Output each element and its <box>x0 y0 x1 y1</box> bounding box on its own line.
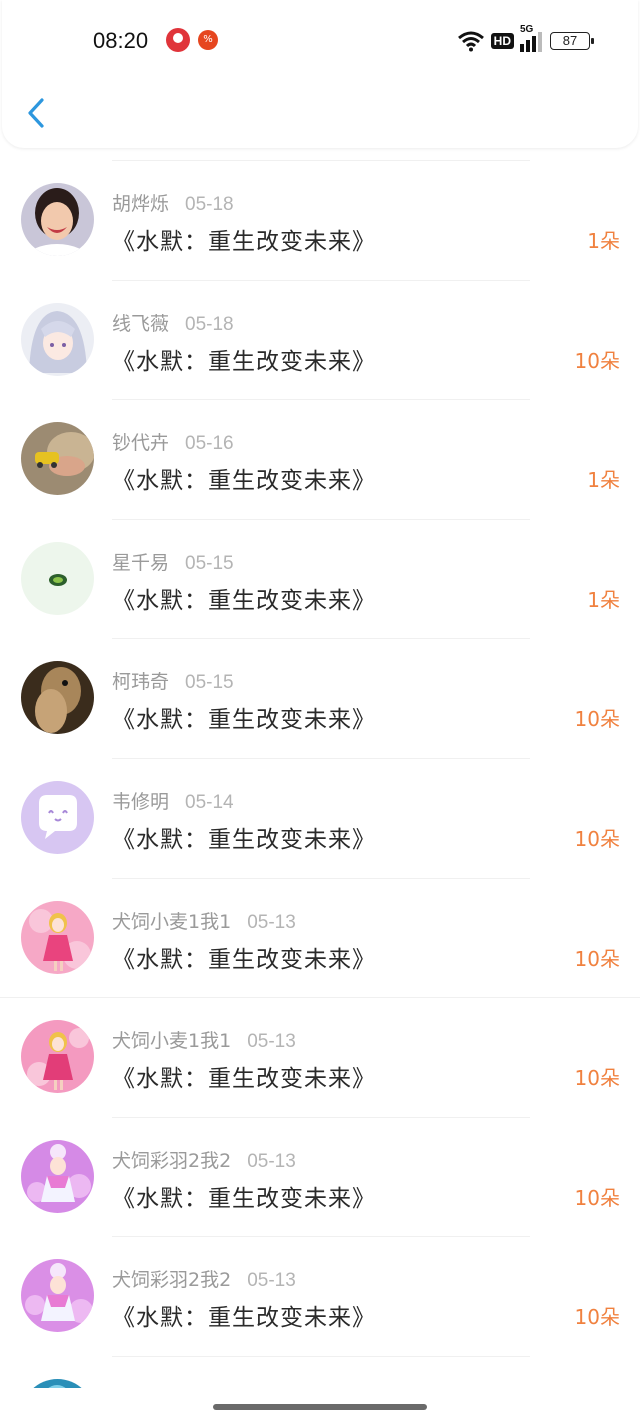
book-title: 《水默：重生改变未来》 <box>112 348 376 375</box>
book-title: 《水默：重生改变未来》 <box>112 826 376 853</box>
sender-row: 犬饲小麦1我1 05-13 <box>112 907 296 934</box>
sender-row: 犬饲彩羽2我2 05-13 <box>112 1146 296 1173</box>
divider <box>112 518 530 520</box>
sender-row: 钞代卉 05-16 <box>112 428 234 455</box>
sender-name: 星千易 <box>112 551 170 574</box>
divider <box>112 160 530 161</box>
status-bar: 08:20 % HD 5G 87 <box>0 0 640 80</box>
flower-count: 1朵 <box>587 468 620 493</box>
avatar[interactable] <box>21 541 94 615</box>
wifi-icon <box>457 31 484 52</box>
list-item[interactable]: 星千易 05-15 《水默：重生改变未来》 1朵 <box>0 518 640 639</box>
list-item[interactable]: 犬饲小麦1我1 05-13 《水默：重生改变未来》 10朵 <box>0 877 640 998</box>
sender-name: 钞代卉 <box>112 432 170 455</box>
avatar[interactable] <box>21 661 94 735</box>
avatar[interactable] <box>21 1259 94 1333</box>
sender-name: 柯玮奇 <box>112 671 170 694</box>
flower-count: 1朵 <box>587 587 620 612</box>
divider <box>112 279 530 281</box>
send-date: 05-15 <box>185 672 234 694</box>
divider <box>0 997 640 999</box>
list-item[interactable]: 犬饲小麦1我1 05-13 《水默：重生改变未来》 10朵 <box>0 997 640 1117</box>
avatar[interactable] <box>21 422 94 496</box>
sender-row: 犬饲小麦1我1 05-13 <box>112 1026 296 1053</box>
map-app-icon <box>166 28 190 52</box>
send-date: 05-13 <box>247 1150 296 1172</box>
sender-row: 韦修明 05-14 <box>112 787 234 814</box>
list-item[interactable]: 韦修明 05-14 《水默：重生改变未来》 10朵 <box>0 757 640 878</box>
flower-count: 10朵 <box>574 946 620 971</box>
book-title: 《水默：重生改变未来》 <box>112 468 376 495</box>
divider <box>112 877 530 879</box>
avatar[interactable] <box>21 302 94 376</box>
avatar[interactable] <box>21 183 94 256</box>
divider <box>112 1116 530 1118</box>
divider <box>112 1236 530 1238</box>
send-date: 05-18 <box>185 313 234 335</box>
sender-name: 犬饲彩羽2我2 <box>112 1269 232 1292</box>
list-item[interactable]: 犬饲彩羽2我2 05-13 《水默：重生改变未来》 10朵 <box>0 1116 640 1237</box>
sender-name: 犬饲小麦1我1 <box>112 910 232 933</box>
sender-row: 犬饲彩羽2我2 05-13 <box>112 1265 296 1292</box>
book-title: 《水默：重生改变未来》 <box>112 1066 376 1093</box>
sender-row: 柯玮奇 05-15 <box>112 667 234 694</box>
send-date: 05-15 <box>185 552 234 574</box>
avatar[interactable] <box>21 1020 94 1094</box>
send-date: 05-13 <box>247 1270 296 1292</box>
notification-app-icon: % <box>198 30 218 50</box>
sender-name: 线飞薇 <box>112 312 170 335</box>
book-title: 《水默：重生改变未来》 <box>112 587 376 614</box>
list-item[interactable]: 钞代卉 05-16 《水默：重生改变未来》 1朵 <box>0 399 640 519</box>
home-indicator[interactable] <box>213 1404 427 1410</box>
flower-count: 10朵 <box>574 1185 620 1210</box>
flower-count: 1朵 <box>587 229 620 253</box>
flower-count: 10朵 <box>574 1066 620 1091</box>
sender-name: 犬饲彩羽2我2 <box>112 1149 232 1172</box>
divider <box>112 757 530 759</box>
divider <box>112 1355 530 1357</box>
sender-row: 星千易 05-15 <box>112 548 234 575</box>
list-item[interactable]: 犬饲彩羽2我2 05-13 《水默：重生改变未来》 10朵 <box>0 1236 640 1356</box>
hd-badge: HD <box>490 33 514 49</box>
sender-row: 胡烨烁 05-18 <box>112 189 234 216</box>
flower-count: 10朵 <box>574 826 620 851</box>
network-type-label: 5G <box>520 24 534 35</box>
sender-name: 犬饲小麦1我1 <box>112 1030 232 1053</box>
sender-row: 线飞薇 05-18 <box>112 309 234 336</box>
book-title: 《水默：重生改变未来》 <box>112 946 376 973</box>
send-date: 05-18 <box>185 194 234 215</box>
send-date: 05-13 <box>247 911 296 933</box>
battery-icon: 87 <box>550 32 594 50</box>
flower-count: 10朵 <box>574 348 620 373</box>
list-item[interactable]: 柯玮奇 05-15 《水默：重生改变未来》 10朵 <box>0 638 640 758</box>
status-icons: HD 5G 87 <box>457 24 594 54</box>
avatar[interactable] <box>21 1139 94 1213</box>
flower-count: 10朵 <box>574 1305 620 1330</box>
status-time: 08:20 <box>93 28 149 53</box>
divider <box>112 638 530 640</box>
avatar[interactable] <box>21 900 94 974</box>
cellular-signal-icon: 5G <box>520 24 542 52</box>
book-title: 《水默：重生改变未来》 <box>112 1305 376 1332</box>
send-date: 05-14 <box>185 791 234 813</box>
chevron-left-icon[interactable] <box>24 96 50 130</box>
sender-name: 韦修明 <box>112 790 170 813</box>
sender-name: 胡烨烁 <box>112 193 170 215</box>
send-date: 05-16 <box>185 433 234 455</box>
gift-list: 胡烨烁 05-18 《水默：重生改变未来》 1朵 线飞薇 05-18 《水默：重生改… <box>0 160 640 1422</box>
list-item[interactable]: 线飞薇 05-18 《水默：重生改变未来》 10朵 <box>0 279 640 400</box>
divider <box>112 399 530 401</box>
book-title: 《水默：重生改变未来》 <box>112 707 376 734</box>
book-title: 《水默：重生改变未来》 <box>112 229 376 255</box>
avatar[interactable] <box>21 780 94 854</box>
book-title: 《水默：重生改变未来》 <box>112 1185 376 1212</box>
send-date: 05-13 <box>247 1031 296 1053</box>
flower-count: 10朵 <box>574 707 620 732</box>
list-item[interactable]: 胡烨烁 05-18 《水默：重生改变未来》 1朵 <box>0 160 640 280</box>
